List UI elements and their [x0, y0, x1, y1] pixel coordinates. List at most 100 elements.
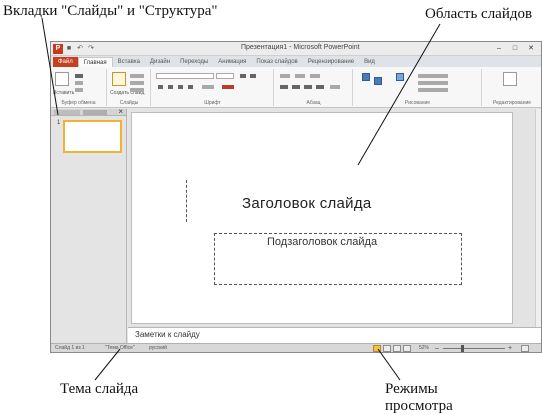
tab-file[interactable]: Файл	[53, 57, 78, 67]
slide-counter: Слайд 1 из 1	[55, 345, 85, 351]
window-title: Презентация1 - Microsoft PowerPoint	[241, 44, 360, 51]
spacing-icon[interactable]	[202, 85, 214, 89]
zoom-slider-thumb[interactable]	[461, 345, 464, 352]
title-bar: P ■ ↶ ↷ Презентация1 - Microsoft PowerPo…	[51, 42, 541, 56]
bold-icon[interactable]	[158, 85, 163, 89]
new-slide-button[interactable]	[112, 72, 126, 86]
justify-icon[interactable]	[316, 85, 324, 89]
group-label-clipboard: Буфер обмена	[61, 100, 96, 106]
font-name-box[interactable]	[156, 73, 214, 79]
tab-slides[interactable]	[54, 110, 80, 115]
slide-thumbnail[interactable]	[63, 120, 122, 153]
shape-effects-icon[interactable]	[418, 88, 448, 92]
slides-outline-pane: × 1	[51, 107, 127, 343]
undo-icon[interactable]: ↶	[76, 45, 84, 53]
underline-icon[interactable]	[178, 85, 183, 89]
tab-animations[interactable]: Анимация	[213, 57, 251, 67]
align-center-icon[interactable]	[292, 85, 300, 89]
view-modes-callout-line2: просмотра	[385, 398, 453, 414]
tab-slideshow[interactable]: Показ слайдов	[251, 57, 302, 67]
group-slides: Создать слайд Слайды	[108, 69, 151, 106]
tab-insert[interactable]: Вставка	[113, 57, 145, 67]
shrink-font-icon[interactable]	[250, 74, 256, 78]
indent-icon[interactable]	[310, 74, 320, 78]
quick-access-toolbar: ■ ↶ ↷	[65, 44, 95, 54]
slide-number: 1	[57, 120, 61, 126]
view-modes-leader-line	[377, 348, 401, 381]
quick-styles-icon[interactable]	[396, 73, 404, 81]
bullets-icon[interactable]	[280, 74, 290, 78]
minimize-icon[interactable]: –	[492, 44, 506, 53]
zoom-level[interactable]: 52%	[419, 345, 429, 351]
arrange-icon[interactable]	[374, 77, 382, 85]
window-controls: – □ ✕	[492, 44, 538, 53]
status-bar: Слайд 1 из 1 "Тема Office" русский 52% –…	[51, 343, 541, 352]
numbering-icon[interactable]	[295, 74, 305, 78]
find-button[interactable]	[503, 72, 517, 86]
align-right-icon[interactable]	[304, 85, 312, 89]
group-label-font: Шрифт	[204, 100, 221, 106]
italic-icon[interactable]	[168, 85, 173, 89]
group-font: Шрифт	[152, 69, 274, 106]
redo-icon[interactable]: ↷	[87, 45, 95, 53]
tab-design[interactable]: Дизайн	[145, 57, 175, 67]
save-icon[interactable]: ■	[65, 45, 73, 53]
group-clipboard: Вставить Буфер обмена	[51, 69, 107, 106]
powerpoint-app-icon[interactable]: P	[53, 44, 63, 54]
layout-icon[interactable]	[130, 74, 144, 78]
align-left-icon[interactable]	[280, 85, 288, 89]
slide-sorter-icon[interactable]	[383, 345, 391, 352]
group-label-drawing: Рисование	[404, 100, 431, 106]
strikethrough-icon[interactable]	[188, 85, 193, 89]
cut-icon[interactable]	[75, 74, 83, 78]
close-icon[interactable]: ×	[118, 107, 123, 117]
group-editing: Редактирование	[483, 69, 541, 106]
reset-icon[interactable]	[130, 81, 144, 85]
group-label-paragraph: Абзац	[306, 100, 321, 106]
zoom-out-icon[interactable]: –	[435, 345, 439, 352]
reading-view-icon[interactable]	[393, 345, 401, 352]
font-color-icon[interactable]	[222, 85, 234, 89]
tabs-callout: Вкладки "Слайды" и "Структура"	[3, 3, 218, 19]
vertical-scrollbar[interactable]	[535, 109, 541, 327]
fit-to-window-icon[interactable]	[521, 345, 529, 352]
ribbon: Вставить Буфер обмена Создать слайд Слай…	[51, 67, 541, 108]
subtitle-placeholder[interactable]: Подзаголовок слайда	[214, 233, 462, 285]
font-size-box[interactable]	[216, 73, 234, 79]
normal-view-icon[interactable]	[373, 345, 381, 352]
shape-outline-icon[interactable]	[418, 81, 448, 85]
shape-fill-icon[interactable]	[418, 74, 448, 78]
paste-button[interactable]	[55, 72, 69, 86]
pane-tabs: ×	[51, 107, 126, 117]
tab-home[interactable]: Главная	[77, 57, 113, 67]
view-modes-callout-line1: Режимы	[385, 381, 438, 397]
slide-title[interactable]: Заголовок слайда	[242, 195, 372, 212]
section-icon[interactable]	[130, 88, 144, 92]
tab-view[interactable]: Вид	[359, 57, 380, 67]
notes-pane[interactable]: Заметки к слайду	[128, 327, 541, 343]
tab-outline[interactable]	[83, 110, 107, 115]
shapes-icon[interactable]	[362, 73, 370, 81]
zoom-in-icon[interactable]: +	[508, 345, 512, 352]
grow-font-icon[interactable]	[240, 74, 246, 78]
group-label-slides: Слайды	[119, 100, 139, 106]
placeholder-edge	[186, 180, 187, 222]
theme-name: "Тема Office"	[105, 345, 135, 351]
zoom-slider[interactable]	[443, 348, 505, 349]
slide-editor: Заголовок слайда Подзаголовок слайда	[128, 109, 541, 327]
notes-placeholder: Заметки к слайду	[135, 330, 200, 339]
maximize-icon[interactable]: □	[508, 44, 522, 53]
group-paragraph: Абзац	[275, 69, 353, 106]
copy-icon[interactable]	[75, 81, 83, 85]
columns-icon[interactable]	[330, 85, 340, 89]
tab-transitions[interactable]: Переходы	[175, 57, 213, 67]
format-painter-icon[interactable]	[75, 88, 83, 92]
tab-review[interactable]: Рецензирование	[303, 57, 359, 67]
language[interactable]: русский	[149, 345, 167, 351]
paste-label: Вставить	[53, 90, 75, 96]
current-slide[interactable]: Заголовок слайда Подзаголовок слайда	[131, 112, 513, 324]
close-icon[interactable]: ✕	[524, 44, 538, 53]
group-drawing: Рисование	[354, 69, 482, 106]
powerpoint-window: P ■ ↶ ↷ Презентация1 - Microsoft PowerPo…	[50, 41, 542, 353]
slideshow-icon[interactable]	[403, 345, 411, 352]
